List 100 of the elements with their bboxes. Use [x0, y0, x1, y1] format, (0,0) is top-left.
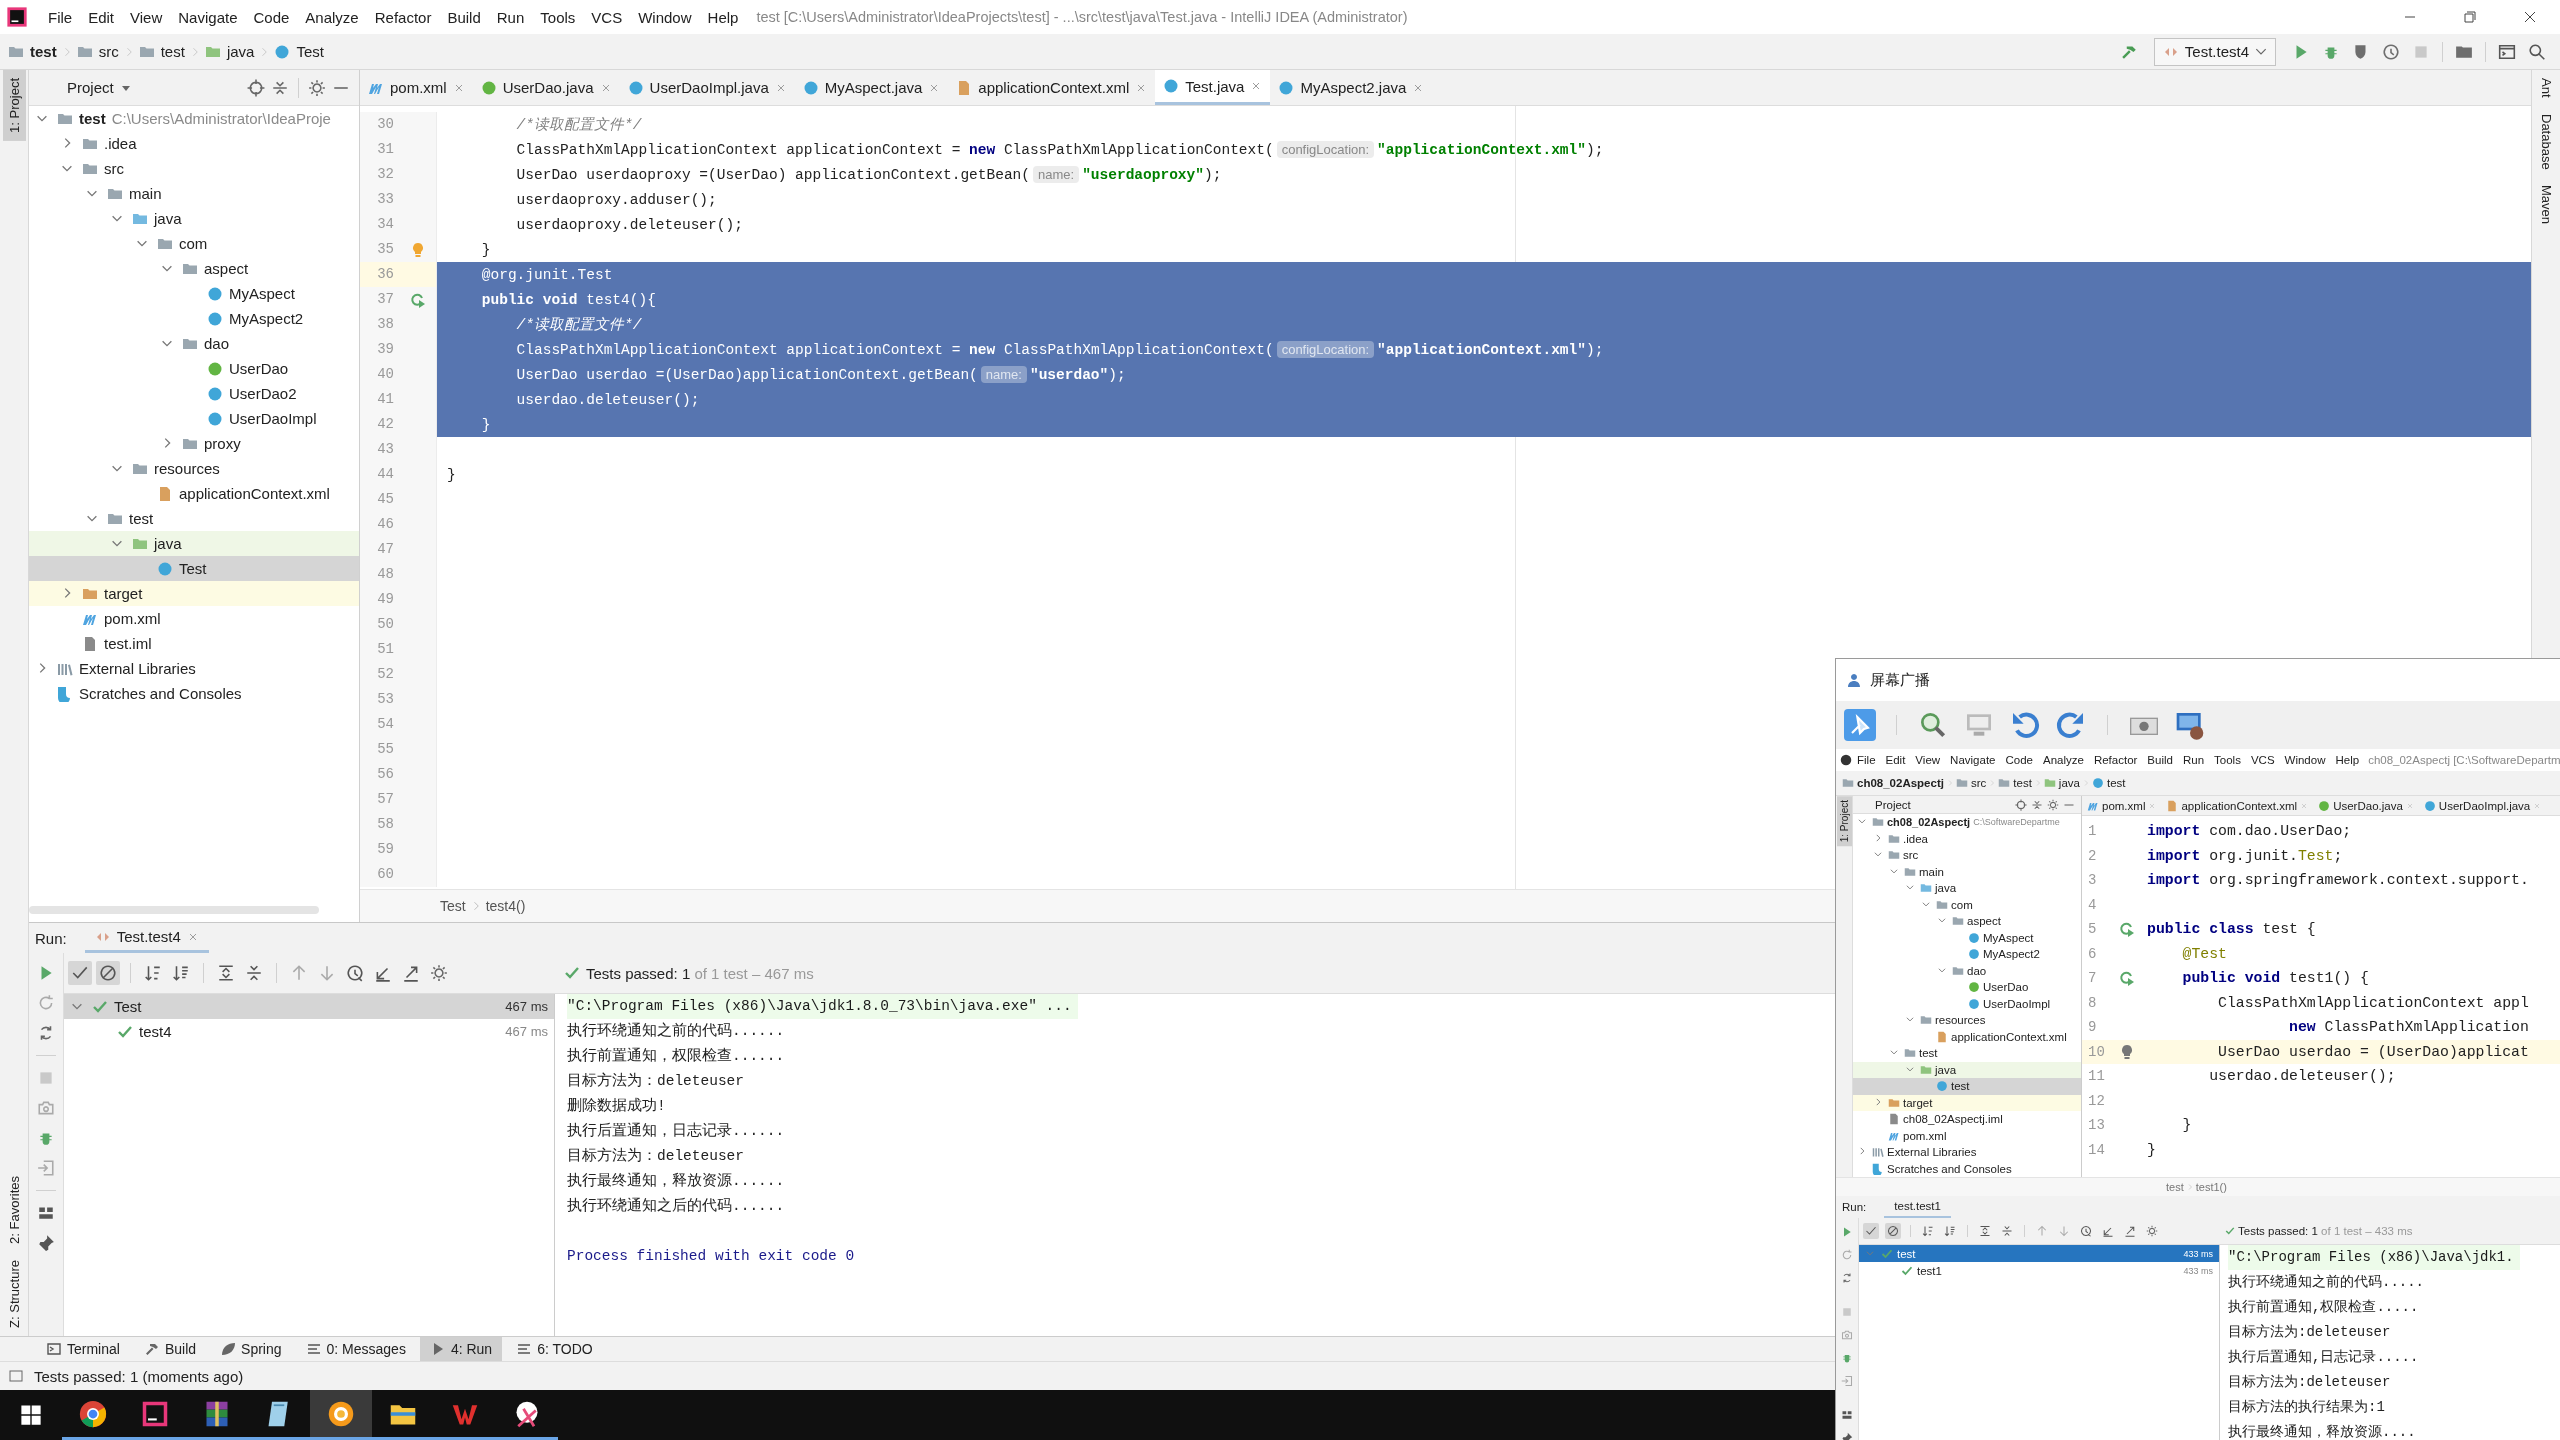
run-configuration-dropdown[interactable]: Test.test4	[2153, 37, 2276, 66]
tool-window-tab[interactable]: Terminal	[36, 1337, 130, 1361]
tree-item[interactable]: test	[1853, 1045, 2081, 1062]
menu-item[interactable]: View	[122, 8, 171, 26]
tool-window-tab[interactable]: Z: Structure	[2, 1252, 26, 1336]
tree-item[interactable]: applicationContext.xml	[1853, 1028, 2081, 1045]
breadcrumb[interactable]: test	[160, 43, 185, 60]
chevron-icon[interactable]	[1873, 1096, 1883, 1107]
tree-item[interactable]: target	[29, 581, 359, 606]
exit-icon[interactable]	[1839, 1373, 1855, 1389]
menu-item[interactable]: Tools	[2209, 754, 2246, 766]
tree-item[interactable]: ch08_02Aspectj C:\SoftwareDepartme	[1853, 814, 2081, 831]
editor-tab[interactable]: pom.xml	[360, 70, 473, 105]
menu-item[interactable]: Run	[2177, 754, 2210, 766]
tool-window-tab[interactable]: Build	[133, 1337, 207, 1361]
tree-item[interactable]: pom.xml	[1853, 1127, 2081, 1144]
breadcrumb[interactable]: Test	[440, 898, 466, 914]
passed-filter-icon[interactable]	[68, 961, 92, 985]
tool-window-tab[interactable]: Database	[2534, 105, 2558, 178]
tree-item[interactable]: UserDao	[1853, 979, 2081, 996]
tree-item[interactable]: test	[1853, 1078, 2081, 1095]
tree-item[interactable]: UserDaoImpl	[1853, 995, 2081, 1012]
tree-item[interactable]: pom.xml	[29, 606, 359, 631]
tree-item[interactable]: java	[1853, 1061, 2081, 1078]
menu-item[interactable]: Help	[699, 8, 747, 26]
tree-item[interactable]: .idea	[1853, 830, 2081, 847]
menu-item[interactable]: Code	[2000, 754, 2038, 766]
menu-item[interactable]: Window	[2279, 754, 2331, 766]
tree-item[interactable]: ch08_02Aspectj.iml	[1853, 1111, 2081, 1128]
scrollbar[interactable]	[29, 906, 319, 914]
tree-item[interactable]: main	[1853, 863, 2081, 880]
menu-item[interactable]: Analyze	[2037, 754, 2089, 766]
breadcrumb[interactable]: test	[2166, 1181, 2184, 1193]
locate-icon[interactable]	[2013, 796, 2029, 813]
lightbulb-icon[interactable]	[2119, 1043, 2135, 1060]
editor-tab[interactable]: applicationContext.xml	[2161, 796, 2314, 815]
menu-item[interactable]: Tools	[532, 8, 584, 26]
tool-window-tab[interactable]: Ant	[2534, 70, 2558, 106]
tool-window-tab[interactable]: 1: Project	[1836, 796, 1852, 847]
passed-filter-icon[interactable]	[1863, 1223, 1879, 1239]
breadcrumb[interactable]: test	[30, 43, 57, 60]
tree-item[interactable]: java	[29, 531, 359, 556]
tree-item[interactable]: aspect	[1853, 913, 2081, 930]
chevron-icon[interactable]	[1857, 1146, 1867, 1157]
tree-item[interactable]: java	[29, 206, 359, 231]
menu-item[interactable]: File	[1852, 754, 1881, 766]
tree-item[interactable]: resources	[1853, 1012, 2081, 1029]
project-view-dropdown[interactable]: Project	[67, 79, 114, 96]
breadcrumb[interactable]: test4()	[485, 898, 526, 914]
menu-item[interactable]: Edit	[80, 8, 123, 26]
menu-item[interactable]: Refactor	[366, 8, 440, 26]
test-item[interactable]: test1 433 ms	[1859, 1262, 2219, 1279]
menu-item[interactable]: Edit	[1880, 754, 1911, 766]
menu-item[interactable]: File	[40, 8, 81, 26]
tree-item[interactable]: UserDao	[29, 356, 359, 381]
breadcrumb[interactable]: test1()	[2195, 1181, 2227, 1193]
editor-tab[interactable]: UserDaoImpl.java	[619, 70, 795, 105]
editor-tab[interactable]: applicationContext.xml	[948, 70, 1156, 105]
tool-window-tab[interactable]: 2: Favorites	[2, 1168, 26, 1253]
tree-item[interactable]: .idea	[29, 131, 359, 156]
tree-item[interactable]: dao	[29, 331, 359, 356]
menu-item[interactable]: Code	[245, 8, 298, 26]
menu-item[interactable]: Run	[488, 8, 533, 26]
tree-item[interactable]: proxy	[29, 431, 359, 456]
chevron-icon[interactable]	[1873, 832, 1883, 843]
breadcrumb[interactable]: src	[98, 43, 119, 60]
ignored-filter-icon[interactable]	[1885, 1223, 1901, 1239]
tree-item[interactable]: java	[1853, 880, 2081, 897]
run-test-icon[interactable]	[2119, 970, 2135, 987]
tree-item[interactable]: MyAspect	[29, 281, 359, 306]
tree-item[interactable]: MyAspect2	[1853, 946, 2081, 963]
tree-item[interactable]: resources	[29, 456, 359, 481]
settings-icon[interactable]	[2144, 1223, 2160, 1239]
lightbulb-icon[interactable]	[410, 241, 426, 258]
tree-item[interactable]: External Libraries	[1853, 1144, 2081, 1161]
taskbar-app[interactable]	[310, 1390, 372, 1440]
tree-item[interactable]: UserDaoImpl	[29, 406, 359, 431]
tree-item[interactable]: com	[1853, 896, 2081, 913]
menu-item[interactable]: Navigate	[170, 8, 246, 26]
menu-item[interactable]: VCS	[2245, 754, 2280, 766]
history-icon[interactable]	[2078, 1223, 2094, 1239]
menu-item[interactable]: Navigate	[1945, 754, 2001, 766]
tree-item[interactable]: aspect	[29, 256, 359, 281]
test-item[interactable]: test4 467 ms	[64, 1019, 554, 1044]
tree-item[interactable]: test.iml	[29, 631, 359, 656]
tool-window-tab[interactable]: Spring	[210, 1337, 292, 1361]
tree-item[interactable]: Scratches and Consoles	[1853, 1160, 2081, 1177]
tool-window-tab[interactable]: 4: Run	[419, 1337, 503, 1361]
menu-item[interactable]: Build	[439, 8, 489, 26]
tree-item[interactable]: test	[29, 506, 359, 531]
editor-tab[interactable]: pom.xml	[2082, 796, 2162, 815]
breadcrumb[interactable]: java	[2058, 777, 2080, 789]
test-item[interactable]: test 433 ms	[1859, 1245, 2219, 1262]
tree-item[interactable]: MyAspect2	[29, 306, 359, 331]
breadcrumb[interactable]: test	[2013, 777, 2032, 789]
editor-tab[interactable]: UserDao.java	[472, 70, 620, 105]
tree-item[interactable]: UserDao2	[29, 381, 359, 406]
menu-item[interactable]: Help	[2330, 754, 2365, 766]
tree-item[interactable]: Test	[29, 556, 359, 581]
run-test-icon[interactable]	[2119, 921, 2135, 938]
